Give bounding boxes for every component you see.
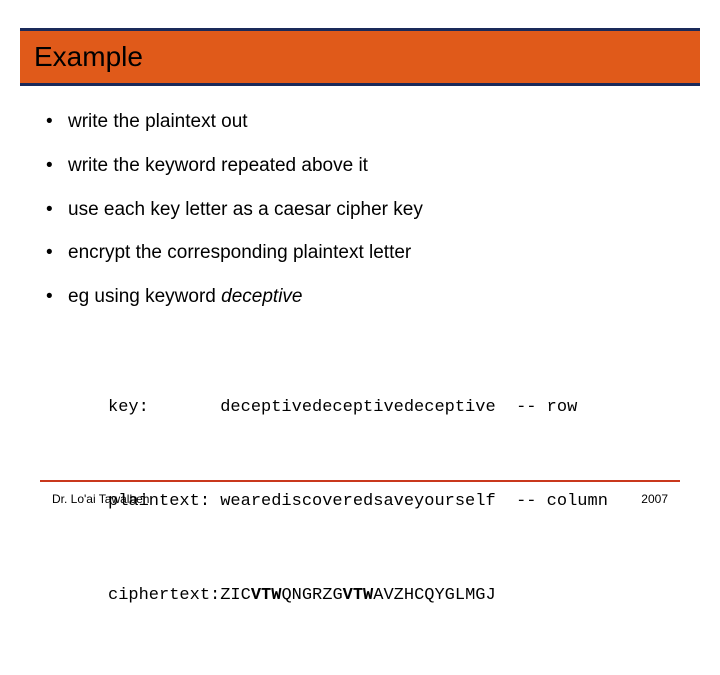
bullet-item: write the plaintext out <box>40 110 680 134</box>
cipher-seg: QNGRZG <box>281 586 342 605</box>
key-note: -- row <box>496 398 578 417</box>
footer-divider <box>40 480 680 482</box>
cipher-label: ciphertext: <box>108 586 220 605</box>
footer-year: 2007 <box>641 492 668 506</box>
keyword-italic: deceptive <box>221 286 302 307</box>
cipher-bold-seg: VTW <box>343 586 374 605</box>
bullet-item: use each key letter as a caesar cipher k… <box>40 198 680 222</box>
bullet-item: eg using keyword deceptive <box>40 285 680 309</box>
cipher-seg: ZIC <box>220 586 251 605</box>
bullet-text: eg using keyword <box>68 286 221 307</box>
footer-author: Dr. Lo'ai Tawalbeh <box>52 492 149 506</box>
ciphertext-row: ciphertext:ZICVTWQNGRZGVTWAVZHCQYGLMGJ <box>108 580 680 611</box>
slide-title: Example <box>34 41 686 73</box>
bullet-item: write the keyword repeated above it <box>40 154 680 178</box>
cipher-bold-seg: VTW <box>251 586 282 605</box>
key-row: key: deceptivedeceptivedeceptive -- row <box>108 392 680 423</box>
footer-row: Dr. Lo'ai Tawalbeh 2007 <box>40 492 680 506</box>
title-bar: Example <box>20 28 700 86</box>
cipher-seg: AVZHCQYGLMGJ <box>373 586 495 605</box>
footer: Dr. Lo'ai Tawalbeh 2007 <box>40 480 680 506</box>
bullet-item: encrypt the corresponding plaintext lett… <box>40 241 680 265</box>
key-label: key: <box>108 398 220 417</box>
top-spacer <box>0 0 720 28</box>
bullet-list: write the plaintext out write the keywor… <box>40 110 680 309</box>
content-area: write the plaintext out write the keywor… <box>0 86 720 675</box>
key-value: deceptivedeceptivedeceptive <box>220 398 495 417</box>
